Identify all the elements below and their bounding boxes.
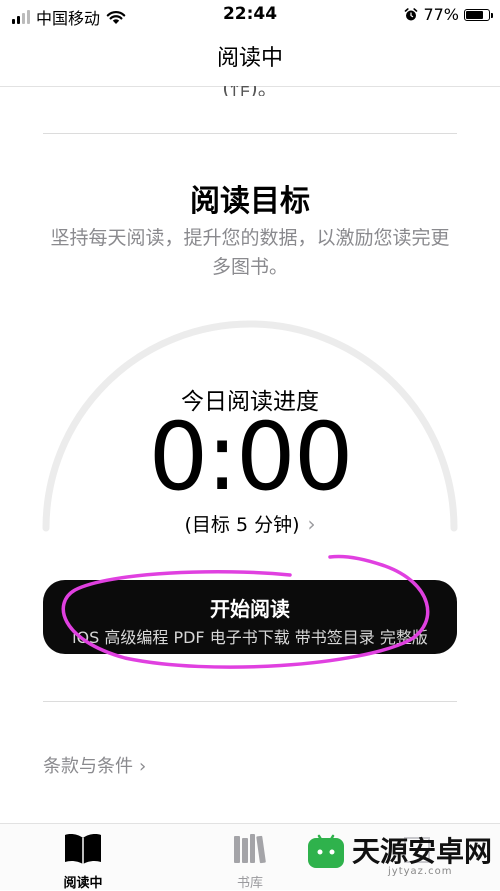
alarm-icon — [405, 7, 418, 20]
reading-time: 0:00 — [148, 403, 353, 512]
tab-library[interactable]: 书库 — [205, 832, 295, 891]
start-reading-button[interactable]: 开始阅读 iOS 高级编程 PDF 电子书下载 带书签目录 完整版 — [43, 580, 457, 654]
terms-label: 条款与条件 — [43, 756, 133, 777]
battery-percent: 77% — [423, 5, 459, 24]
tab-label: 书库 — [236, 876, 263, 891]
terms-and-conditions-link[interactable]: 条款与条件 › — [43, 752, 146, 778]
section-divider — [43, 133, 457, 134]
goal-target-text: (目标 5 分钟) — [184, 514, 300, 536]
reading-goal-title: 阅读目标 — [190, 184, 310, 219]
start-reading-label: 开始阅读 — [210, 597, 290, 621]
tab-label: 阅读中 — [63, 876, 103, 891]
library-icon — [234, 834, 266, 864]
section-divider — [43, 701, 457, 702]
status-right: 77% — [404, 5, 493, 24]
tab-reading-now[interactable]: 阅读中 — [38, 832, 128, 891]
navigation-bar: 阅读中 — [0, 30, 500, 87]
scrolled-content-peek: (作)。 — [0, 86, 500, 96]
current-book-title: iOS 高级编程 PDF 电子书下载 带书签目录 完整版 — [72, 628, 428, 647]
chevron-right-icon: › — [139, 756, 147, 777]
battery-icon — [464, 8, 493, 21]
status-bar: 中国移动 22:44 77% — [0, 0, 500, 30]
watermark-text: 天源安卓网 — [352, 835, 493, 868]
site-watermark: 天源安卓网 jytyaz.com — [306, 832, 493, 877]
book-open-icon — [65, 834, 101, 864]
watermark-url: jytyaz.com — [388, 866, 453, 877]
chevron-right-icon: › — [307, 512, 316, 536]
goal-target-link[interactable]: (目标 5 分钟) › — [0, 510, 500, 537]
battery-fill — [466, 10, 483, 19]
page-title: 阅读中 — [216, 46, 283, 71]
peek-text: (作)。 — [0, 86, 500, 96]
watermark-logo-icon — [308, 834, 344, 868]
reading-goal-description: 坚持每天阅读，提升您的数据，以激励您读完更多图书。 — [50, 227, 450, 278]
